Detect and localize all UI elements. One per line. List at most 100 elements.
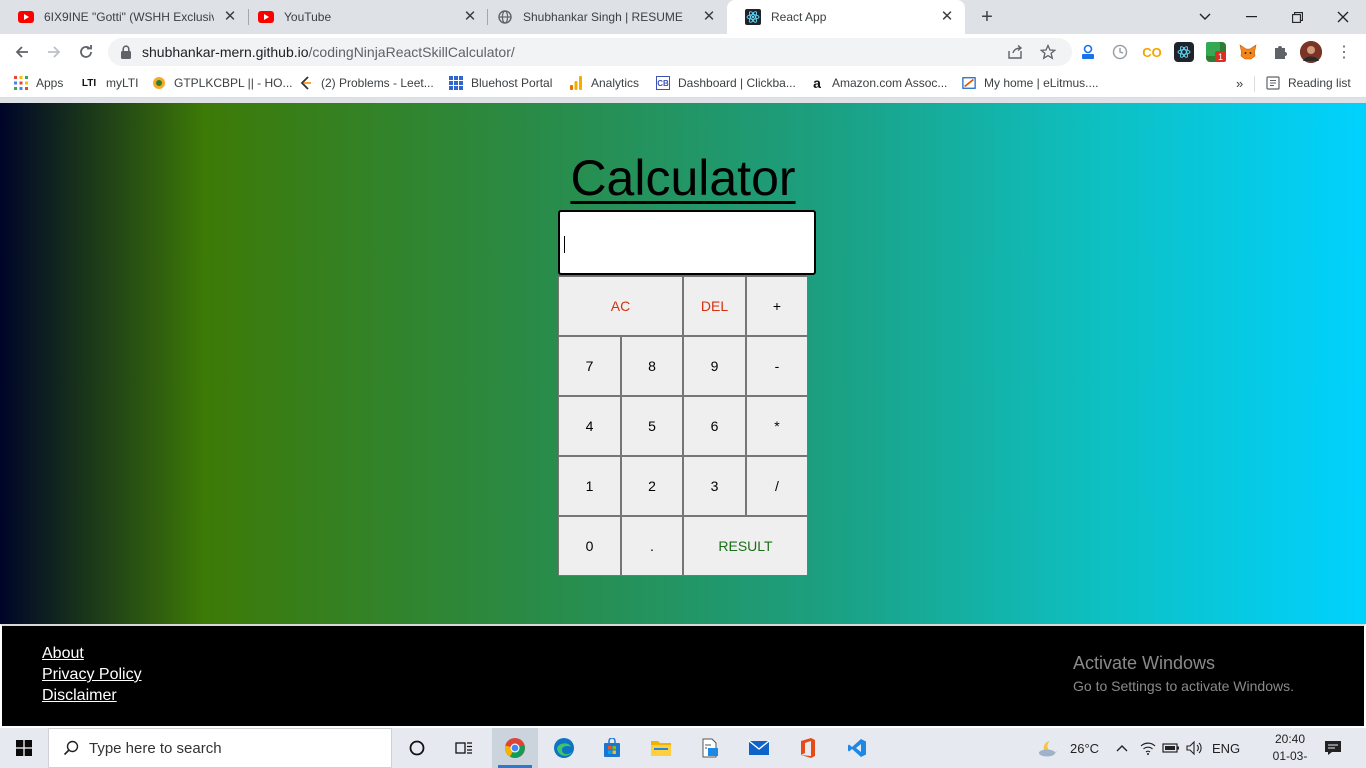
bookmark-clickbank[interactable]: CB Dashboard | Clickba...	[656, 76, 796, 90]
address-bar[interactable]: shubhankar-mern.github.io/codingNinjaRea…	[108, 38, 1072, 66]
extension-react-devtools-icon[interactable]	[1174, 42, 1194, 62]
footer-link-disclaimer[interactable]: Disclaimer	[42, 687, 117, 705]
footer-link-about[interactable]: About	[42, 645, 84, 663]
bookmarks-bar: Apps LTI myLTI GTPLKCBPL || - HO... (2) …	[0, 70, 1366, 98]
page-footer: About Privacy Policy Disclaimer Activate…	[0, 624, 1366, 728]
lock-icon[interactable]	[120, 45, 134, 59]
ac-key[interactable]: AC	[558, 276, 683, 336]
reading-list-label: Reading list	[1288, 76, 1351, 90]
close-window-icon[interactable]	[1320, 0, 1366, 34]
tab-youtube[interactable]: YouTube ✕	[240, 0, 488, 34]
cortana-circle-icon[interactable]	[394, 728, 440, 768]
url-host: shubhankar-mern.github.io	[142, 44, 309, 60]
input-language[interactable]: ENG	[1212, 728, 1240, 768]
more-bookmarks-chevron-icon[interactable]: »	[1236, 76, 1243, 91]
new-tab-plus-icon[interactable]: +	[976, 6, 998, 28]
globe-icon	[497, 9, 513, 25]
bookmark-apps[interactable]: Apps	[14, 76, 63, 90]
calculator-display-input[interactable]	[558, 210, 816, 275]
wifi-icon[interactable]	[1140, 728, 1156, 768]
five-key[interactable]: 5	[621, 396, 683, 456]
reading-list-button[interactable]: Reading list	[1266, 76, 1351, 90]
browser-toolbar: shubhankar-mern.github.io/codingNinjaRea…	[0, 34, 1366, 70]
notification-center-icon[interactable]	[1324, 728, 1342, 768]
taskbar-search-box[interactable]: Type here to search	[48, 728, 392, 768]
youtube-icon	[18, 9, 34, 25]
minus-key[interactable]: -	[746, 336, 808, 396]
tab-search-chevron-icon[interactable]	[1182, 0, 1228, 34]
tab-close-icon[interactable]: ✕	[939, 9, 955, 25]
back-arrow-icon[interactable]	[8, 38, 36, 66]
two-key[interactable]: 2	[621, 456, 683, 516]
plus-key[interactable]: +	[746, 276, 808, 336]
chrome-taskbar-icon[interactable]	[492, 728, 538, 768]
bookmark-bluehost[interactable]: Bluehost Portal	[449, 76, 552, 90]
temperature-readout[interactable]: 26°C	[1070, 728, 1099, 768]
tab-close-icon[interactable]: ✕	[701, 9, 717, 25]
extension-timer-icon[interactable]	[1110, 42, 1130, 62]
del-key[interactable]: DEL	[683, 276, 746, 336]
three-key[interactable]: 3	[683, 456, 746, 516]
microsoft-store-icon[interactable]	[589, 728, 635, 768]
volume-icon[interactable]	[1186, 728, 1204, 768]
bluehost-icon	[449, 76, 463, 90]
edge-taskbar-icon[interactable]	[541, 728, 587, 768]
svg-text:1: 1	[1218, 52, 1223, 62]
nine-key[interactable]: 9	[683, 336, 746, 396]
mail-icon[interactable]	[736, 728, 782, 768]
footer-link-privacy-policy[interactable]: Privacy Policy	[42, 666, 142, 684]
bookmark-label: My home | eLitmus....	[984, 76, 1099, 90]
one-key[interactable]: 1	[558, 456, 621, 516]
tab-react-app[interactable]: React App ✕	[727, 0, 965, 34]
tab-close-icon[interactable]: ✕	[222, 9, 238, 25]
extension-account-icon[interactable]	[1078, 42, 1098, 62]
eight-key[interactable]: 8	[621, 336, 683, 396]
profile-avatar[interactable]	[1300, 41, 1322, 63]
chrome-menu-kebab-icon[interactable]: ⋮	[1334, 42, 1354, 62]
minimize-icon[interactable]	[1228, 0, 1274, 34]
multiply-key[interactable]: *	[746, 396, 808, 456]
bookmark-elitmus[interactable]: My home | eLitmus....	[962, 76, 1099, 90]
weather-moon-icon[interactable]	[1038, 728, 1060, 768]
activate-windows-watermark: Activate Windows Go to Settings to activ…	[1073, 653, 1294, 694]
share-icon[interactable]	[1006, 42, 1026, 62]
keypad: AC DEL + 7 8 9 - 4 5 6 * 1 2 3 / 0 . RES…	[558, 276, 808, 576]
office-icon[interactable]	[785, 728, 831, 768]
battery-icon[interactable]	[1162, 728, 1180, 768]
reload-icon[interactable]	[72, 38, 100, 66]
extension-badge-icon[interactable]: 1	[1206, 42, 1226, 62]
file-editor-taskbar-icon[interactable]	[687, 728, 733, 768]
react-icon	[745, 9, 761, 25]
forward-arrow-icon[interactable]	[40, 38, 68, 66]
decimal-key[interactable]: .	[621, 516, 683, 576]
file-explorer-icon[interactable]	[638, 728, 684, 768]
bookmark-analytics[interactable]: Analytics	[569, 76, 639, 90]
seven-key[interactable]: 7	[558, 336, 621, 396]
tab-title: 6IX9INE "Gotti" (WSHH Exclusive	[44, 10, 214, 24]
six-key[interactable]: 6	[683, 396, 746, 456]
restore-icon[interactable]	[1274, 0, 1320, 34]
bookmark-amazon[interactable]: a Amazon.com Assoc...	[810, 75, 947, 91]
extensions-puzzle-icon[interactable]	[1270, 42, 1290, 62]
bookmark-gtpl[interactable]: GTPLKCBPL || - HO...	[152, 76, 292, 90]
zero-key[interactable]: 0	[558, 516, 621, 576]
reading-list-icon	[1266, 76, 1280, 90]
tray-chevron-up-icon[interactable]	[1116, 728, 1128, 768]
tab-close-icon[interactable]: ✕	[462, 9, 478, 25]
result-key[interactable]: RESULT	[683, 516, 808, 576]
bookmark-mylti[interactable]: LTI myLTI	[80, 76, 139, 90]
extension-co-icon[interactable]: CO	[1142, 42, 1162, 62]
four-key[interactable]: 4	[558, 396, 621, 456]
windows-start-icon[interactable]	[0, 728, 48, 768]
bookmark-leetcode[interactable]: (2) Problems - Leet...	[299, 76, 434, 90]
bookmark-star-icon[interactable]	[1038, 42, 1058, 62]
metamask-fox-icon[interactable]	[1238, 42, 1258, 62]
bookmark-label: myLTI	[106, 76, 139, 90]
tab-resume[interactable]: Shubhankar Singh | RESUME ✕	[479, 0, 727, 34]
tab-gotti[interactable]: 6IX9INE "Gotti" (WSHH Exclusive ✕	[0, 0, 248, 34]
vscode-icon[interactable]	[834, 728, 880, 768]
taskbar-clock[interactable]: 20:40 01-03-2022	[1260, 731, 1320, 768]
task-view-icon[interactable]	[441, 728, 487, 768]
leetcode-icon	[299, 76, 313, 90]
divide-key[interactable]: /	[746, 456, 808, 516]
